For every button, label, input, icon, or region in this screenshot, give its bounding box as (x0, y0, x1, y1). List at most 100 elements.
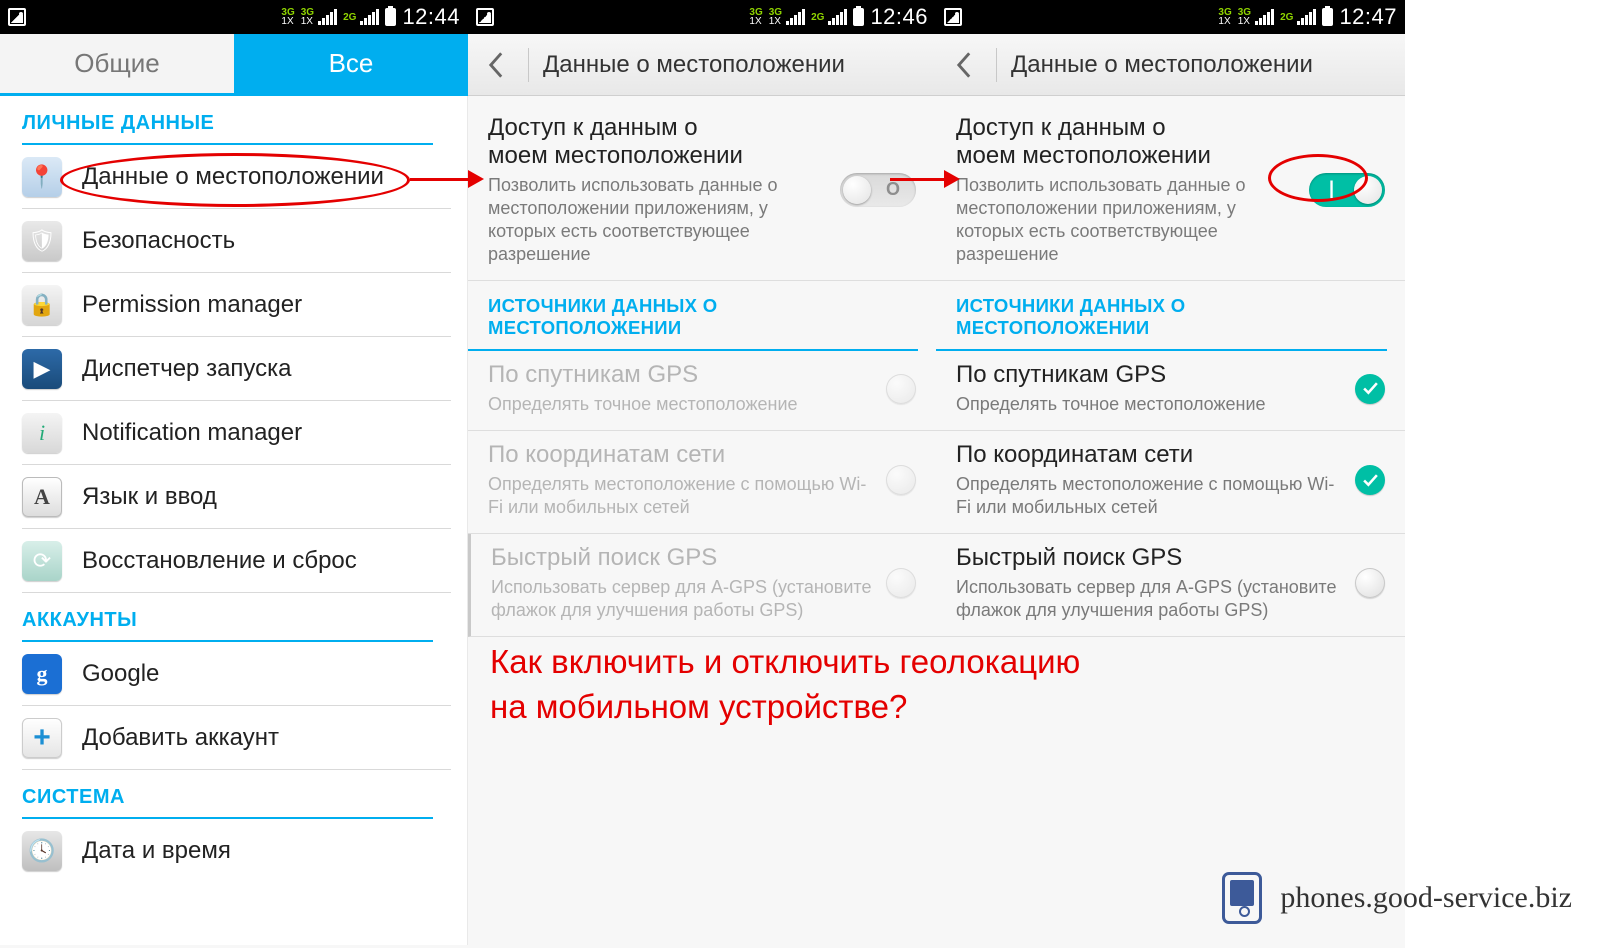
agps-radio[interactable] (1355, 568, 1385, 598)
gps-radio (886, 374, 916, 404)
lock-icon: 🔒 (22, 285, 62, 325)
info-icon: i (22, 413, 62, 453)
network-radio (886, 465, 916, 495)
row-notification[interactable]: i Notification manager (22, 401, 451, 465)
item-gps: По спутникам GPS Определять точное место… (468, 351, 936, 431)
row-label: Google (82, 660, 159, 688)
dispatcher-icon: ▶ (22, 349, 62, 389)
status-bar: 3G1X 3G1X 2G 12:46 (468, 0, 936, 34)
page-title: Данные о местоположении (543, 51, 845, 79)
row-google[interactable]: g Google (22, 642, 451, 706)
clock: 12:46 (870, 4, 928, 30)
row-datetime[interactable]: 🕓 Дата и время (22, 819, 451, 883)
tab-all[interactable]: Все (234, 34, 468, 93)
item-agps[interactable]: Быстрый поиск GPS Использовать сервер дл… (936, 534, 1405, 637)
row-label: Безопасность (82, 227, 235, 255)
screenshot-icon (8, 8, 26, 26)
item-desc: Определять местоположение с помощью Wi-F… (488, 473, 872, 519)
status-bar: 3G1X 3G1X 2G 12:44 (0, 0, 468, 34)
network-2: 3G1X (301, 8, 314, 26)
tabs: Общие Все (0, 34, 468, 96)
item-title: По координатам сети (956, 441, 1341, 469)
network-check[interactable] (1355, 465, 1385, 495)
divider (528, 48, 529, 82)
item-title: По координатам сети (488, 441, 872, 469)
agps-radio (886, 568, 916, 598)
row-recovery[interactable]: ⟳ Восстановление и сброс (22, 529, 451, 593)
signal-icon (786, 9, 805, 25)
screenshot-location-off: 3G1X 3G1X 2G 12:46 Данные о местоположен… (468, 0, 936, 948)
divider (996, 48, 997, 82)
battery-icon (385, 8, 396, 26)
row-dispatcher[interactable]: ▶ Диспетчер запуска (22, 337, 451, 401)
google-icon: g (22, 654, 62, 694)
item-desc: Использовать сервер для A-GPS (установит… (491, 576, 872, 622)
battery-icon (853, 8, 864, 26)
row-label: Permission manager (82, 291, 302, 319)
settings-list[interactable]: ЛИЧНЫЕ ДАННЫЕ 📍 Данные о местоположении … (0, 96, 468, 945)
row-label: Добавить аккаунт (82, 724, 279, 752)
signal-icon-2 (360, 9, 379, 25)
section-system: СИСТЕМА (22, 770, 433, 819)
phone-icon (1222, 872, 1262, 924)
item-network-location: По координатам сети Определять местополо… (468, 431, 936, 534)
item-title: Доступ к данным омоем местоположении (956, 114, 1295, 170)
back-button[interactable] (946, 47, 982, 83)
row-add-account[interactable]: + Добавить аккаунт (22, 706, 451, 770)
watermark: phones.good-service.biz (1222, 872, 1572, 924)
tab-general[interactable]: Общие (0, 34, 234, 93)
page-title: Данные о местоположении (1011, 51, 1313, 79)
location-settings[interactable]: Доступ к данным омоем местоположении Поз… (468, 96, 936, 948)
row-location[interactable]: 📍 Данные о местоположении (22, 145, 451, 209)
signal-icon (318, 9, 337, 25)
screenshot-location-on: 3G1X 3G1X 2G 12:47 Данные о местоположен… (936, 0, 1405, 948)
item-network-location[interactable]: По координатам сети Определять местополо… (936, 431, 1405, 534)
battery-icon (1322, 8, 1333, 26)
signal-icon (1297, 9, 1316, 25)
item-title: Быстрый поиск GPS (956, 544, 1341, 572)
section-accounts: АККАУНТЫ (22, 593, 433, 642)
item-title: По спутникам GPS (488, 361, 872, 389)
location-settings[interactable]: Доступ к данным омоем местоположении Поз… (936, 96, 1405, 948)
header: Данные о местоположении (936, 34, 1405, 96)
row-label: Восстановление и сброс (82, 547, 357, 575)
watermark-text: phones.good-service.biz (1280, 881, 1572, 915)
access-toggle[interactable] (840, 173, 916, 207)
item-desc: Определять точное местоположение (488, 393, 872, 416)
item-access[interactable]: Доступ к данным омоем местоположении Поз… (936, 104, 1405, 281)
shield-icon: 🛡 (22, 221, 62, 261)
access-toggle[interactable] (1309, 173, 1385, 207)
clock: 12:47 (1339, 4, 1397, 30)
network-1: 3G1X (281, 8, 294, 26)
screenshot-icon (944, 8, 962, 26)
status-bar: 3G1X 3G1X 2G 12:47 (936, 0, 1405, 34)
item-desc: Позволить использовать данные о местопол… (956, 174, 1295, 266)
back-button[interactable] (478, 47, 514, 83)
row-label: Notification manager (82, 419, 302, 447)
gps-check[interactable] (1355, 374, 1385, 404)
item-desc: Позволить использовать данные о местопол… (488, 174, 826, 266)
signal-icon (1255, 9, 1274, 25)
section-sources: ИСТОЧНИКИ ДАННЫХ О МЕСТОПОЛОЖЕНИИ (936, 281, 1387, 351)
recovery-icon: ⟳ (22, 541, 62, 581)
row-label: Язык и ввод (82, 483, 217, 511)
item-desc: Определять точное местоположение (956, 393, 1341, 416)
item-access[interactable]: Доступ к данным омоем местоположении Поз… (468, 104, 936, 281)
language-icon: A (22, 477, 62, 517)
plus-icon: + (22, 718, 62, 758)
screenshot-icon (476, 8, 494, 26)
location-icon: 📍 (22, 157, 62, 197)
signal-icon (828, 9, 847, 25)
row-label: Дата и время (82, 837, 231, 865)
item-gps[interactable]: По спутникам GPS Определять точное место… (936, 351, 1405, 431)
network-3: 2G (343, 13, 356, 22)
row-language[interactable]: A Язык и ввод (22, 465, 451, 529)
item-title: Доступ к данным омоем местоположении (488, 114, 826, 170)
clock-icon: 🕓 (22, 831, 62, 871)
row-security[interactable]: 🛡 Безопасность (22, 209, 451, 273)
section-sources: ИСТОЧНИКИ ДАННЫХ О МЕСТОПОЛОЖЕНИИ (468, 281, 918, 351)
item-title: Быстрый поиск GPS (491, 544, 872, 572)
row-permission[interactable]: 🔒 Permission manager (22, 273, 451, 337)
item-desc: Использовать сервер для A-GPS (установит… (956, 576, 1341, 622)
row-label: Диспетчер запуска (82, 355, 292, 383)
